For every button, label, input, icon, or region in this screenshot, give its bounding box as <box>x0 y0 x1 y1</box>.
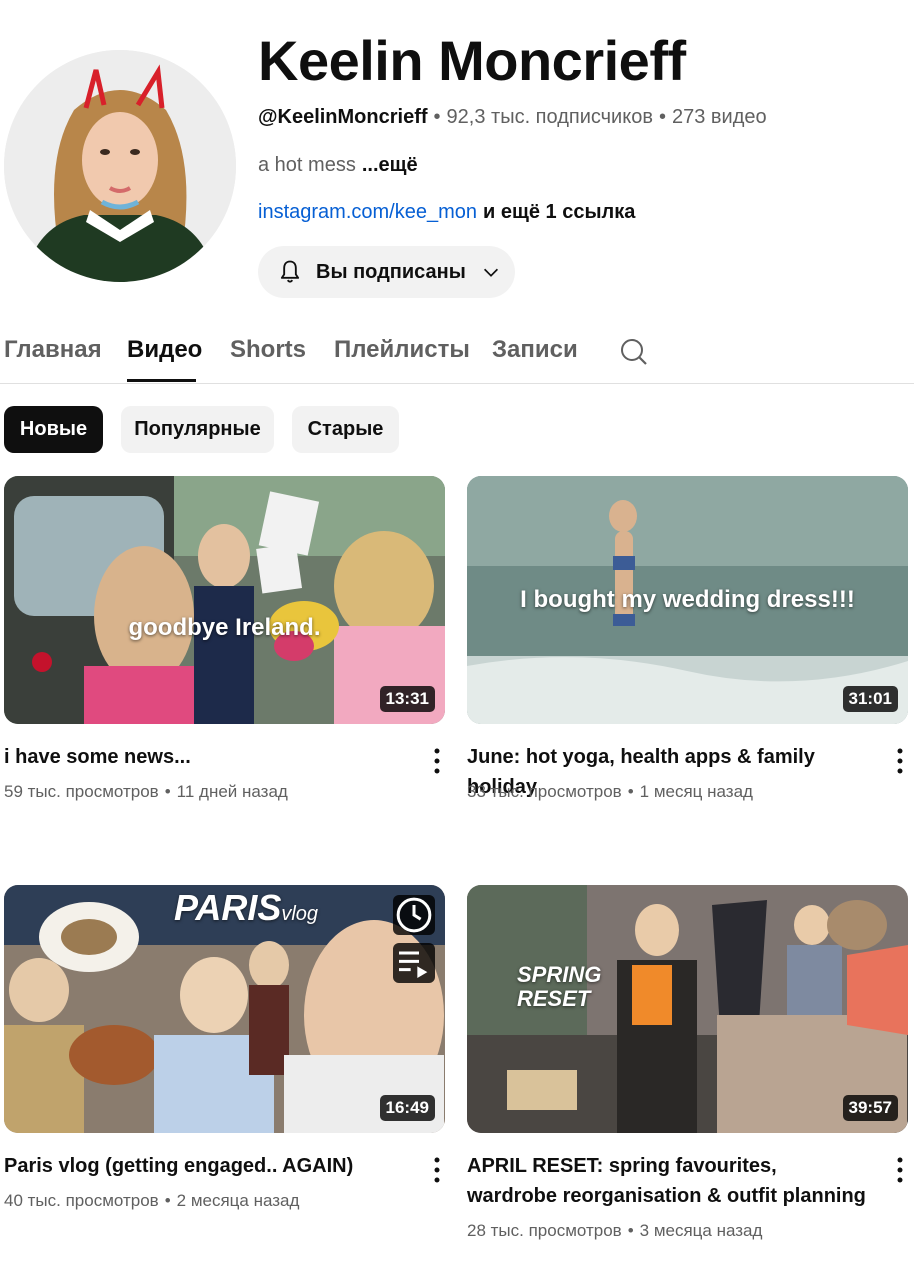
instagram-link[interactable]: instagram.com/kee_mon <box>258 201 477 223</box>
video-card[interactable]: PARISvlog 16:49 Paris vlog (getting enga… <box>4 885 445 1210</box>
video-meta: 28 тыс. просмотров • 3 месяца назад <box>467 1221 762 1241</box>
video-title[interactable]: APRIL RESET: spring favourites, wardrobe… <box>467 1151 867 1211</box>
channel-name: Keelin Moncrieff <box>258 29 686 92</box>
more-vert-icon[interactable] <box>425 1155 449 1185</box>
separator-dot: • <box>164 1191 171 1210</box>
video-card[interactable]: goodbye Ireland. 13:31 i have some news.… <box>4 476 445 801</box>
avatar-image <box>4 50 236 282</box>
upload-age: 2 месяца назад <box>176 1191 300 1210</box>
bell-icon <box>280 260 300 283</box>
tab-home[interactable]: Главная <box>4 336 102 364</box>
video-count: 273 видео <box>671 106 767 128</box>
separator-dot: • <box>164 782 171 801</box>
upload-age: 11 дней назад <box>176 782 288 801</box>
chip-popular[interactable]: Популярные <box>121 406 274 453</box>
separator-dot: • <box>658 106 666 128</box>
video-thumbnail[interactable]: goodbye Ireland. 13:31 <box>4 476 445 724</box>
video-meta: 33 тыс. просмотров • 1 месяц назад <box>467 782 753 802</box>
tab-posts[interactable]: Записи <box>492 336 578 364</box>
channel-tabs: Главная Видео Shorts Плейлисты Записи <box>0 322 914 384</box>
view-count: 40 тыс. просмотров <box>4 1191 159 1210</box>
chevron-down-icon <box>483 268 498 277</box>
upload-age: 3 месяца назад <box>639 1221 763 1240</box>
more-vert-icon[interactable] <box>888 1155 912 1185</box>
thumbnail-caption: goodbye Ireland. <box>128 614 321 641</box>
channel-handle: @KeelinMoncrieff <box>258 106 428 128</box>
view-count: 28 тыс. просмотров <box>467 1221 622 1240</box>
channel-description[interactable]: a hot mess ...ещё <box>258 152 418 178</box>
more-vert-icon[interactable] <box>888 746 912 776</box>
video-duration: 39:57 <box>842 1095 898 1121</box>
queue-icon <box>399 951 428 978</box>
video-thumbnail[interactable]: I bought my wedding dress!!! 31:01 <box>467 476 908 724</box>
video-meta: 59 тыс. просмотров • 11 дней назад <box>4 782 288 802</box>
subscriber-count: 92,3 тыс. подписчиков <box>446 106 653 128</box>
video-card[interactable]: SPRING RESET 39:57 APRIL RESET: spring f… <box>467 885 908 1240</box>
tab-shorts[interactable]: Shorts <box>230 336 306 364</box>
thumbnail-caption-sub: vlog <box>281 903 319 925</box>
separator-dot: • <box>627 782 634 801</box>
thumbnail-caption: SPRING RESET <box>517 962 602 1011</box>
more-links-button[interactable]: и ещё 1 ссылка <box>483 201 635 223</box>
channel-links: instagram.com/kee_mon и ещё 1 ссылка <box>258 199 635 225</box>
clock-icon <box>396 897 432 933</box>
separator-dot: • <box>433 106 441 128</box>
chip-newest[interactable]: Новые <box>4 406 103 453</box>
tab-playlists[interactable]: Плейлисты <box>334 336 470 364</box>
video-duration: 13:31 <box>379 686 435 712</box>
search-icon[interactable] <box>618 336 650 368</box>
channel-meta: @KeelinMoncrieff • 92,3 тыс. подписчиков • 2… <box>258 104 767 130</box>
description-more-link[interactable]: ...ещё <box>362 154 418 176</box>
chip-oldest[interactable]: Старые <box>292 406 399 453</box>
active-tab-indicator <box>127 379 196 382</box>
thumbnail-caption: I bought my wedding dress!!! <box>520 586 855 613</box>
video-meta: 40 тыс. просмотров • 2 месяца назад <box>4 1191 299 1211</box>
tab-videos[interactable]: Видео <box>127 336 202 364</box>
separator-dot: • <box>627 1221 634 1240</box>
watch-later-button[interactable] <box>393 895 435 935</box>
video-card[interactable]: I bought my wedding dress!!! 31:01 June:… <box>467 476 908 801</box>
view-count: 59 тыс. просмотров <box>4 782 159 801</box>
view-count: 33 тыс. просмотров <box>467 782 622 801</box>
description-text: a hot mess <box>258 154 356 176</box>
video-thumbnail[interactable]: SPRING RESET 39:57 <box>467 885 908 1133</box>
video-duration: 31:01 <box>842 686 898 712</box>
upload-age: 1 месяц назад <box>639 782 753 801</box>
add-to-queue-button[interactable] <box>393 943 435 983</box>
video-duration: 16:49 <box>379 1095 435 1121</box>
video-thumbnail[interactable]: PARISvlog 16:49 <box>4 885 445 1133</box>
more-vert-icon[interactable] <box>425 746 449 776</box>
video-title[interactable]: Paris vlog (getting engaged.. AGAIN) <box>4 1151 404 1181</box>
thumbnail-image <box>4 476 445 724</box>
thumbnail-caption-main: PARIS <box>174 887 282 928</box>
subscribed-button[interactable]: Вы подписаны <box>258 246 515 298</box>
subscribed-label: Вы подписаны <box>316 260 466 283</box>
channel-avatar[interactable] <box>4 50 236 282</box>
video-title[interactable]: i have some news... <box>4 742 404 772</box>
